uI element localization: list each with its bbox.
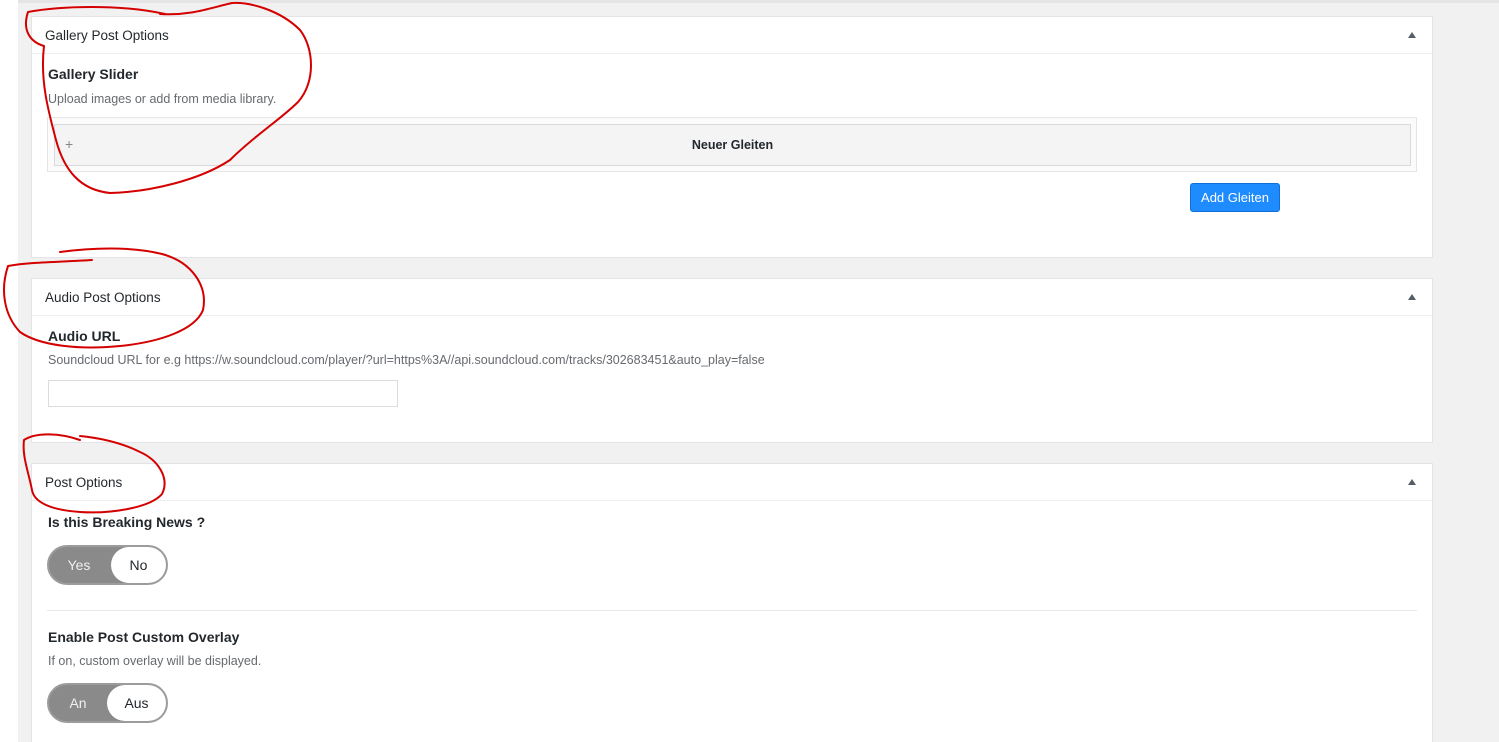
gallery-slide-row-label: Neuer Gleiten xyxy=(691,138,774,152)
breaking-news-title: Is this Breaking News ? xyxy=(48,514,206,530)
audio-post-options-box: Audio Post Options Audio URL Soundcloud … xyxy=(31,278,1433,443)
post-options-header[interactable]: Post Options xyxy=(32,464,1432,501)
gallery-slider-description: Upload images or add from media library. xyxy=(48,92,277,106)
collapse-toggle-icon[interactable] xyxy=(1405,290,1419,304)
gallery-post-options-header[interactable]: Gallery Post Options xyxy=(32,17,1432,54)
custom-overlay-description: If on, custom overlay will be displayed. xyxy=(48,654,262,668)
post-options-title: Post Options xyxy=(45,474,123,490)
add-slide-button[interactable]: Add Gleiten xyxy=(1190,183,1280,212)
gallery-slider-repeater: + Neuer Gleiten xyxy=(47,117,1417,172)
audio-url-input[interactable] xyxy=(48,380,398,407)
plus-icon[interactable]: + xyxy=(65,137,73,151)
gallery-slider-title: Gallery Slider xyxy=(48,66,139,82)
post-options-box: Post Options Is this Breaking News ? Yes… xyxy=(31,463,1433,742)
breaking-news-switch[interactable]: Yes No xyxy=(47,545,168,585)
gallery-post-options-title: Gallery Post Options xyxy=(45,27,169,43)
breaking-news-no-option[interactable]: No xyxy=(111,547,166,583)
audio-post-options-header[interactable]: Audio Post Options xyxy=(32,279,1432,316)
audio-url-title: Audio URL xyxy=(48,328,121,344)
collapse-toggle-icon[interactable] xyxy=(1405,28,1419,42)
audio-url-description: Soundcloud URL for e.g https://w.soundcl… xyxy=(48,353,765,367)
audio-post-options-title: Audio Post Options xyxy=(45,289,161,305)
gallery-slide-row[interactable]: + Neuer Gleiten xyxy=(54,124,1411,166)
collapse-toggle-icon[interactable] xyxy=(1405,475,1419,489)
custom-overlay-aus-option[interactable]: Aus xyxy=(107,685,166,721)
custom-overlay-title: Enable Post Custom Overlay xyxy=(48,629,240,645)
custom-overlay-switch[interactable]: An Aus xyxy=(47,683,168,723)
custom-overlay-an-option[interactable]: An xyxy=(49,685,107,721)
breaking-news-yes-option[interactable]: Yes xyxy=(49,547,109,583)
gallery-post-options-box: Gallery Post Options Gallery Slider Uplo… xyxy=(31,16,1433,258)
field-divider xyxy=(47,610,1417,611)
